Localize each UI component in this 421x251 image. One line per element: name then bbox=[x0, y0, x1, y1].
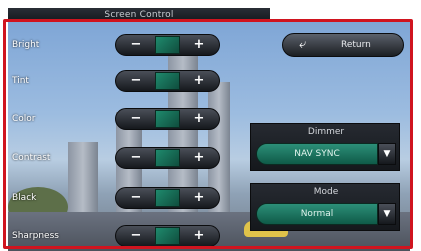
contrast-stepper: − + bbox=[115, 147, 220, 169]
tint-level-indicator bbox=[155, 72, 180, 90]
bright-level-indicator bbox=[155, 36, 180, 54]
screen-control-dialog: Screen Control ⤶ Return Bright − + Tint … bbox=[0, 0, 421, 251]
tint-increase-button[interactable]: + bbox=[180, 70, 218, 92]
black-stepper: − + bbox=[115, 187, 220, 209]
black-level-indicator bbox=[155, 189, 180, 207]
color-label: Color bbox=[12, 114, 36, 124]
black-label: Black bbox=[12, 193, 37, 203]
sharpness-decrease-button[interactable]: − bbox=[117, 225, 155, 247]
contrast-decrease-button[interactable]: − bbox=[117, 147, 155, 169]
dimmer-title: Dimmer bbox=[307, 127, 345, 137]
bright-stepper: − + bbox=[115, 34, 220, 56]
dimmer-panel: Dimmer NAV SYNC ▼ bbox=[250, 123, 400, 171]
sharpness-increase-button[interactable]: + bbox=[180, 225, 218, 247]
window-title: Screen Control bbox=[8, 8, 270, 22]
contrast-increase-button[interactable]: + bbox=[180, 147, 218, 169]
contrast-label: Contrast bbox=[12, 153, 51, 163]
black-decrease-button[interactable]: − bbox=[117, 187, 155, 209]
mode-dropdown-button[interactable]: ▼ bbox=[378, 203, 396, 225]
contrast-level-indicator bbox=[155, 149, 180, 167]
return-button[interactable]: ⤶ Return bbox=[282, 33, 404, 57]
triangle-down-icon: ▼ bbox=[383, 149, 391, 159]
tint-stepper: − + bbox=[115, 70, 220, 92]
mode-title: Mode bbox=[313, 187, 339, 197]
color-level-indicator bbox=[155, 110, 180, 128]
sharpness-stepper: − + bbox=[115, 225, 220, 247]
mode-panel: Mode Normal ▼ bbox=[250, 183, 400, 231]
bright-increase-button[interactable]: + bbox=[180, 34, 218, 56]
black-increase-button[interactable]: + bbox=[180, 187, 218, 209]
bright-decrease-button[interactable]: − bbox=[117, 34, 155, 56]
sharpness-label: Sharpness bbox=[12, 231, 59, 241]
tint-label: Tint bbox=[12, 76, 29, 86]
color-increase-button[interactable]: + bbox=[180, 108, 218, 130]
return-label: Return bbox=[341, 40, 371, 50]
triangle-down-icon: ▼ bbox=[383, 209, 391, 219]
tint-decrease-button[interactable]: − bbox=[117, 70, 155, 92]
bright-label: Bright bbox=[12, 40, 40, 50]
sharpness-level-indicator bbox=[155, 227, 180, 245]
mode-select[interactable]: Normal bbox=[256, 203, 378, 225]
dimmer-select[interactable]: NAV SYNC bbox=[256, 143, 378, 165]
background-scene: ⤶ Return Bright − + Tint − + Color − + C… bbox=[8, 22, 410, 251]
color-decrease-button[interactable]: − bbox=[117, 108, 155, 130]
return-arrow-icon: ⤶ bbox=[299, 37, 307, 52]
color-stepper: − + bbox=[115, 108, 220, 130]
dimmer-dropdown-button[interactable]: ▼ bbox=[378, 143, 396, 165]
